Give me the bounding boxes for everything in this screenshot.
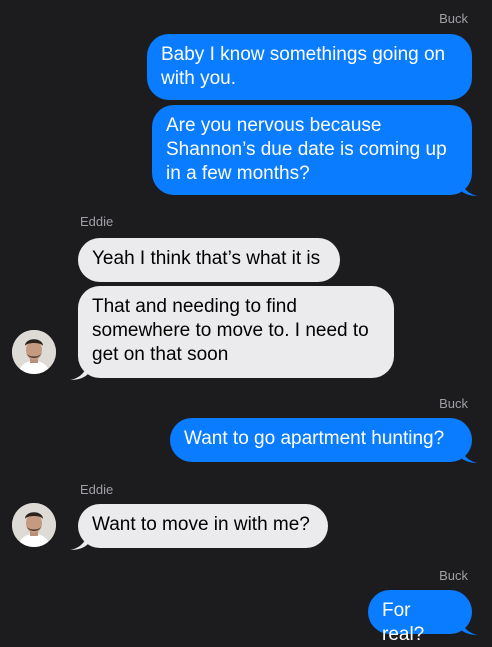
bubble-tail-incoming (70, 532, 88, 550)
sender-label-buck: Buck (439, 396, 468, 411)
message-text: For real? (382, 600, 425, 645)
message-text: Baby I know somethings going on with you… (161, 44, 446, 89)
message-bubble-incoming[interactable]: That and needing to find somewhere to mo… (78, 286, 394, 378)
message-text: Want to move in with me? (92, 514, 310, 535)
message-text: Want to go apartment hunting? (184, 428, 445, 449)
sender-label-eddie: Eddie (80, 482, 114, 497)
bubble-tail-outgoing (460, 445, 478, 463)
bubble-tail-incoming (70, 362, 88, 380)
message-bubble-outgoing[interactable]: Are you nervous because Shannon’s due da… (152, 105, 472, 195)
contact-avatar[interactable] (12, 330, 56, 374)
message-bubble-incoming[interactable]: Want to move in with me? (78, 504, 328, 548)
message-bubble-outgoing[interactable]: For real? (368, 590, 472, 645)
sender-label-buck: Buck (439, 568, 468, 583)
message-bubble-incoming[interactable]: Yeah I think that’s what it is (78, 238, 340, 282)
message-bubble-outgoing[interactable]: Baby I know somethings going on with you… (147, 34, 472, 100)
bubble-tail-outgoing (460, 617, 478, 635)
bubble-tail-outgoing (460, 178, 478, 196)
message-text: That and needing to find somewhere to mo… (92, 296, 369, 365)
sender-label-buck: Buck (439, 11, 468, 26)
sender-label-eddie: Eddie (80, 214, 114, 229)
contact-photo-icon (12, 330, 56, 374)
message-bubble-outgoing[interactable]: Want to go apartment hunting? (170, 418, 472, 462)
contact-photo-icon (12, 503, 56, 547)
message-text: Yeah I think that’s what it is (92, 248, 321, 269)
message-text: Are you nervous because Shannon’s due da… (166, 115, 447, 184)
contact-avatar[interactable] (12, 503, 56, 547)
